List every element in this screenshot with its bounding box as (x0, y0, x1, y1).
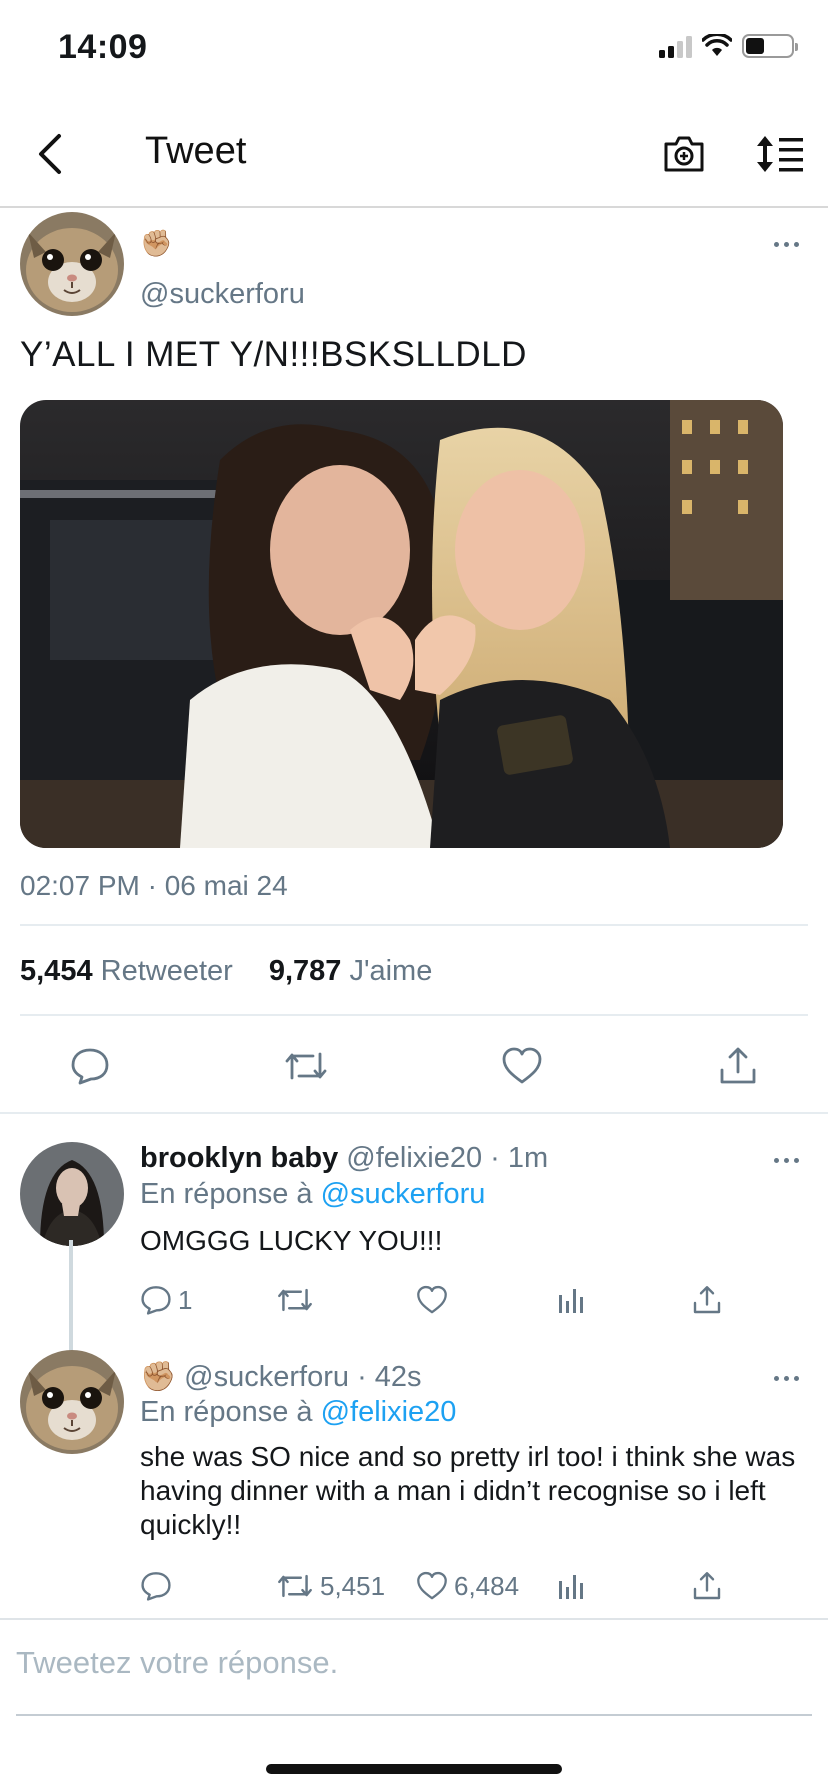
reply-context-prefix: En réponse à (140, 1178, 313, 1210)
reply-text: OMGGG LUCKY YOU!!! (140, 1225, 443, 1256)
reply-button[interactable] (66, 1042, 114, 1090)
likes-count: 9,787 (268, 955, 342, 987)
reply-time: · 42s (357, 1361, 422, 1393)
reply-avatar[interactable] (20, 1350, 124, 1454)
reply-analytics-button[interactable] (556, 1280, 586, 1320)
status-icons (659, 34, 798, 58)
reply-retweet-count: 5,451 (320, 1570, 386, 1601)
retweets-count: 5,454 (20, 955, 93, 987)
tweet-stats: 5,454 Retweeter 9,787 J'aime (20, 955, 432, 988)
divider (20, 1014, 808, 1016)
battery-icon (742, 34, 798, 58)
chevron-left-icon (39, 134, 61, 174)
back-button[interactable] (22, 126, 78, 182)
profile-photo-image (20, 1142, 124, 1246)
reply-share-button[interactable] (692, 1566, 722, 1606)
retweets-label: Retweeter (100, 955, 233, 987)
nav-bar: Tweet (0, 100, 828, 208)
divider (0, 1618, 828, 1620)
share-icon (693, 1286, 721, 1314)
reply-display-name[interactable]: brooklyn baby (140, 1142, 338, 1174)
retweet-button[interactable] (282, 1042, 330, 1090)
analytics-icon (559, 1289, 583, 1313)
home-indicator[interactable] (266, 1764, 562, 1774)
reply-context: En réponse à @felixie20 (140, 1396, 456, 1429)
reply-author-emoji: ✊🏼 (140, 1361, 177, 1393)
reply-share-button[interactable] (692, 1280, 722, 1320)
reply-text: she was SO nice and so pretty irl too! i… (140, 1441, 796, 1540)
reply-retweet-button[interactable] (276, 1280, 314, 1320)
divider (0, 1112, 828, 1114)
tweet-action-bar (0, 1030, 828, 1100)
likes-stat[interactable]: 9,787 J'aime (269, 955, 433, 988)
heart-icon (417, 1571, 447, 1600)
reply-context: En réponse à @suckerforu (140, 1178, 485, 1211)
likes-label: J'aime (349, 955, 433, 987)
reply-analytics-button[interactable] (556, 1566, 586, 1606)
reply-reply-button[interactable] (140, 1566, 172, 1606)
sort-icon (757, 136, 803, 172)
analytics-icon (559, 1575, 583, 1599)
like-button[interactable] (498, 1042, 546, 1090)
reply-avatar[interactable] (20, 1142, 124, 1246)
reply-more-button[interactable] (766, 1148, 806, 1172)
reply-reply-button[interactable]: 1 (140, 1280, 192, 1320)
reply-icon (141, 1286, 171, 1315)
reply-like-count: 6,484 (454, 1570, 520, 1601)
status-bar: 14:09 (0, 0, 828, 100)
share-icon (693, 1572, 721, 1600)
page-title: Tweet (145, 130, 247, 172)
camera-icon (664, 136, 704, 172)
heart-icon (502, 1047, 542, 1084)
reply-context-prefix: En réponse à (140, 1396, 313, 1428)
tweet-timestamp: 02:07 PM · 06 mai 24 (20, 870, 288, 901)
share-icon (720, 1047, 756, 1084)
retweet-icon (278, 1288, 312, 1312)
share-button[interactable] (714, 1042, 762, 1090)
reply-like-button[interactable]: 6,484 (416, 1566, 519, 1606)
cat-avatar-image (20, 1350, 124, 1454)
retweet-icon (285, 1052, 327, 1080)
reply-more-button[interactable] (766, 1366, 806, 1390)
tweet-text: Y’ALL I MET Y/N!!!BSKSLLDLD (20, 335, 527, 374)
author-handle[interactable]: @suckerforu (140, 278, 305, 311)
thread-connector (69, 1240, 73, 1356)
reply-like-button[interactable] (416, 1280, 448, 1320)
retweets-stat[interactable]: 5,454 Retweeter (20, 955, 233, 988)
reply-handle[interactable]: @suckerforu (184, 1361, 349, 1393)
status-time: 14:09 (58, 28, 148, 66)
reply-retweet-button[interactable]: 5,451 (276, 1566, 385, 1606)
wifi-icon (702, 34, 732, 56)
more-options-button[interactable] (766, 232, 806, 256)
retweet-icon (278, 1574, 312, 1598)
photo-image (20, 400, 783, 848)
reply-icon (71, 1048, 109, 1085)
compose-underline (16, 1714, 812, 1716)
camera-button[interactable] (656, 126, 712, 182)
divider (20, 924, 808, 926)
reply-header: ✊🏼 @suckerforu · 42s (140, 1360, 422, 1394)
author-avatar[interactable] (20, 212, 124, 316)
tweet-photo[interactable] (20, 400, 783, 848)
reply-context-mention[interactable]: @suckerforu (321, 1178, 486, 1210)
reply-handle[interactable]: @felixie20 (346, 1142, 482, 1174)
heart-icon (417, 1285, 447, 1314)
reply-header: brooklyn baby @felixie20 · 1m (140, 1142, 548, 1175)
reply-icon (141, 1572, 171, 1601)
reply-reply-count: 1 (178, 1284, 193, 1315)
reply-context-mention[interactable]: @felixie20 (321, 1396, 457, 1428)
sort-button[interactable] (752, 126, 808, 182)
cellular-signal-icon (659, 34, 692, 58)
author-emoji: ✊🏼 (140, 228, 173, 258)
reply-compose-input[interactable]: Tweetez votre réponse. (16, 1645, 338, 1681)
reply-time: · 1m (490, 1142, 549, 1174)
cat-avatar-image (20, 212, 124, 316)
